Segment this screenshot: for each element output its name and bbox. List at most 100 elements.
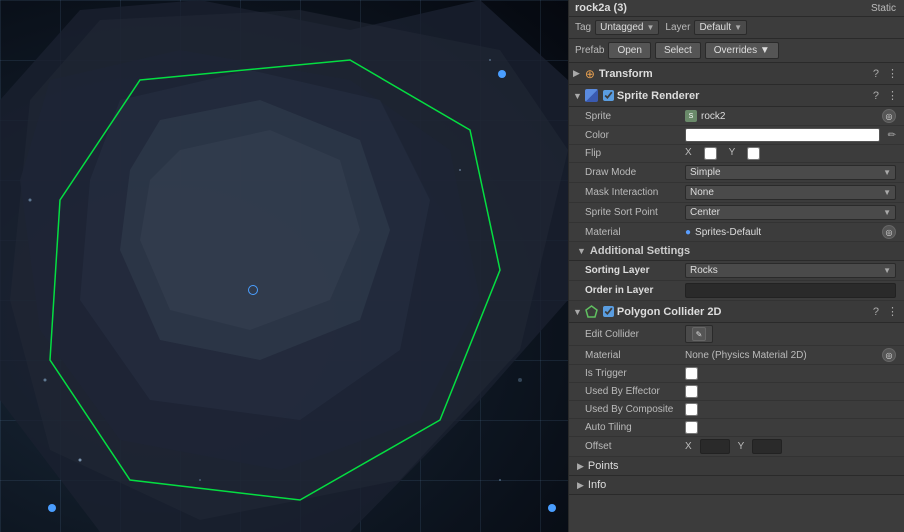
sprite-picker-btn[interactable]: ◎ [882, 109, 896, 123]
sprite-sort-point-dropdown[interactable]: Center ▼ [685, 205, 896, 220]
corner-handle-tl[interactable] [498, 70, 506, 78]
polygon-collider-icons-right: ? ⋮ [871, 304, 900, 319]
auto-tiling-checkbox[interactable] [685, 421, 698, 434]
edit-collider-icon: ✎ [692, 327, 706, 341]
polygon-collider-header[interactable]: ▼ Polygon Collider 2D ? ⋮ [569, 301, 904, 323]
sprite-renderer-properties: Sprite S rock2 ◎ Color ✏ Flip X [569, 107, 904, 242]
points-title: Points [588, 460, 619, 472]
layer-value: Default [699, 22, 731, 33]
color-row: Color ✏ [569, 126, 904, 145]
order-in-layer-input[interactable]: 0 [685, 283, 896, 298]
sprite-renderer-icon [585, 89, 599, 103]
flip-y-label: Y [729, 147, 736, 160]
additional-settings-arrow: ▼ [577, 246, 586, 256]
tag-layer-bar: Tag Untagged ▼ Layer Default ▼ [569, 17, 904, 39]
auto-tiling-value-container [685, 421, 896, 434]
sorting-layer-value: Rocks [690, 265, 718, 276]
sprite-sort-point-value: Center [690, 207, 720, 218]
edit-collider-label: Edit Collider [585, 329, 685, 340]
points-section-header[interactable]: ▶ Points [569, 457, 904, 476]
mask-interaction-arrow: ▼ [883, 188, 891, 197]
material-picker-btn[interactable]: ◎ [882, 225, 896, 239]
sorting-layer-dropdown[interactable]: Rocks ▼ [685, 263, 896, 278]
draw-mode-label: Draw Mode [585, 167, 685, 178]
transform-fold-arrow: ▶ [573, 68, 580, 79]
sprite-sort-point-value-container: Center ▼ [685, 205, 896, 220]
polygon-collider-fold-arrow: ▼ [573, 307, 582, 317]
sprite-row: Sprite S rock2 ◎ [569, 107, 904, 126]
flip-x-label: X [685, 147, 692, 160]
material-icon: ● [685, 227, 691, 238]
draw-mode-row: Draw Mode Simple ▼ [569, 163, 904, 183]
select-button[interactable]: Select [655, 42, 701, 59]
physics-material-ref: None (Physics Material 2D) [685, 350, 878, 361]
used-by-effector-value-container [685, 385, 896, 398]
layer-dropdown[interactable]: Default ▼ [694, 20, 747, 35]
polygon-collider-icon [585, 305, 599, 319]
used-by-effector-row: Used By Effector [569, 383, 904, 401]
sorting-layer-row: Sorting Layer Rocks ▼ [569, 261, 904, 281]
sorting-layer-label: Sorting Layer [585, 265, 685, 276]
tag-dropdown[interactable]: Untagged ▼ [595, 20, 659, 35]
mask-interaction-row: Mask Interaction None ▼ [569, 183, 904, 203]
info-section-header[interactable]: ▶ Info [569, 476, 904, 495]
collider-center-handle[interactable] [248, 285, 258, 295]
used-by-effector-checkbox[interactable] [685, 385, 698, 398]
additional-settings-title: Additional Settings [590, 245, 690, 257]
corner-handle-bl[interactable] [48, 504, 56, 512]
offset-x-input[interactable]: 0 [700, 439, 730, 454]
offset-y-label: Y [738, 441, 745, 452]
mask-interaction-value-container: None ▼ [685, 185, 896, 200]
sprite-label: Sprite [585, 111, 685, 122]
color-swatch[interactable] [685, 128, 880, 142]
edit-collider-value-container: ✎ [685, 325, 896, 343]
offset-y-input[interactable]: 0 [752, 439, 782, 454]
open-button[interactable]: Open [608, 42, 650, 59]
transform-more-icon[interactable]: ⋮ [885, 66, 900, 81]
additional-settings-header[interactable]: ▼ Additional Settings [569, 242, 904, 261]
flip-x-checkbox[interactable] [704, 147, 717, 160]
polygon-collider-help-icon[interactable]: ? [871, 305, 881, 319]
draw-mode-dropdown[interactable]: Simple ▼ [685, 165, 896, 180]
edit-collider-button[interactable]: ✎ [685, 325, 713, 343]
sprite-sort-point-arrow: ▼ [883, 208, 891, 217]
overrides-arrow: ▼ [760, 45, 770, 56]
info-fold-arrow: ▶ [577, 480, 584, 491]
is-trigger-checkbox[interactable] [685, 367, 698, 380]
sprite-renderer-help-icon[interactable]: ? [871, 89, 881, 103]
sprite-renderer-more-icon[interactable]: ⋮ [885, 88, 900, 103]
color-eyedropper-icon[interactable]: ✏ [888, 130, 896, 141]
used-by-composite-checkbox[interactable] [685, 403, 698, 416]
sprite-renderer-header[interactable]: ▼ Sprite Renderer ? ⋮ [569, 85, 904, 107]
auto-tiling-row: Auto Tiling [569, 419, 904, 437]
physics-material-row: Material None (Physics Material 2D) ◎ [569, 346, 904, 365]
mask-interaction-dropdown[interactable]: None ▼ [685, 185, 896, 200]
color-label: Color [585, 130, 685, 141]
used-by-composite-row: Used By Composite [569, 401, 904, 419]
is-trigger-value-container [685, 367, 896, 380]
sprite-icon: S [685, 110, 697, 122]
physics-material-picker-btn[interactable]: ◎ [882, 348, 896, 362]
polygon-collider-checkbox[interactable] [603, 306, 614, 317]
material-value: Sprites-Default [695, 227, 761, 238]
order-in-layer-value-container: 0 [685, 283, 896, 298]
overrides-button[interactable]: Overrides ▼ [705, 42, 779, 59]
used-by-composite-label: Used By Composite [585, 404, 685, 415]
transform-help-icon[interactable]: ? [871, 67, 881, 81]
transform-section-header[interactable]: ▶ ⊕ Transform ? ⋮ [569, 63, 904, 85]
flip-y-checkbox[interactable] [747, 147, 760, 160]
sprite-renderer-checkbox[interactable] [603, 90, 614, 101]
physics-material-value-container: None (Physics Material 2D) ◎ [685, 348, 896, 362]
transform-icon: ⊕ [583, 67, 597, 81]
edit-collider-row: Edit Collider ✎ [569, 323, 904, 346]
corner-handle-br[interactable] [548, 504, 556, 512]
tag-value: Untagged [600, 22, 643, 33]
tag-group: Tag Untagged ▼ [575, 20, 659, 35]
object-name: rock2a (3) [575, 2, 627, 14]
flip-row: Flip X Y [569, 145, 904, 163]
polygon-collider-more-icon[interactable]: ⋮ [885, 304, 900, 319]
static-badge: Static [871, 3, 896, 14]
used-by-composite-value-container [685, 403, 896, 416]
prefab-label: Prefab [575, 45, 604, 56]
offset-row: Offset X 0 Y 0 [569, 437, 904, 457]
